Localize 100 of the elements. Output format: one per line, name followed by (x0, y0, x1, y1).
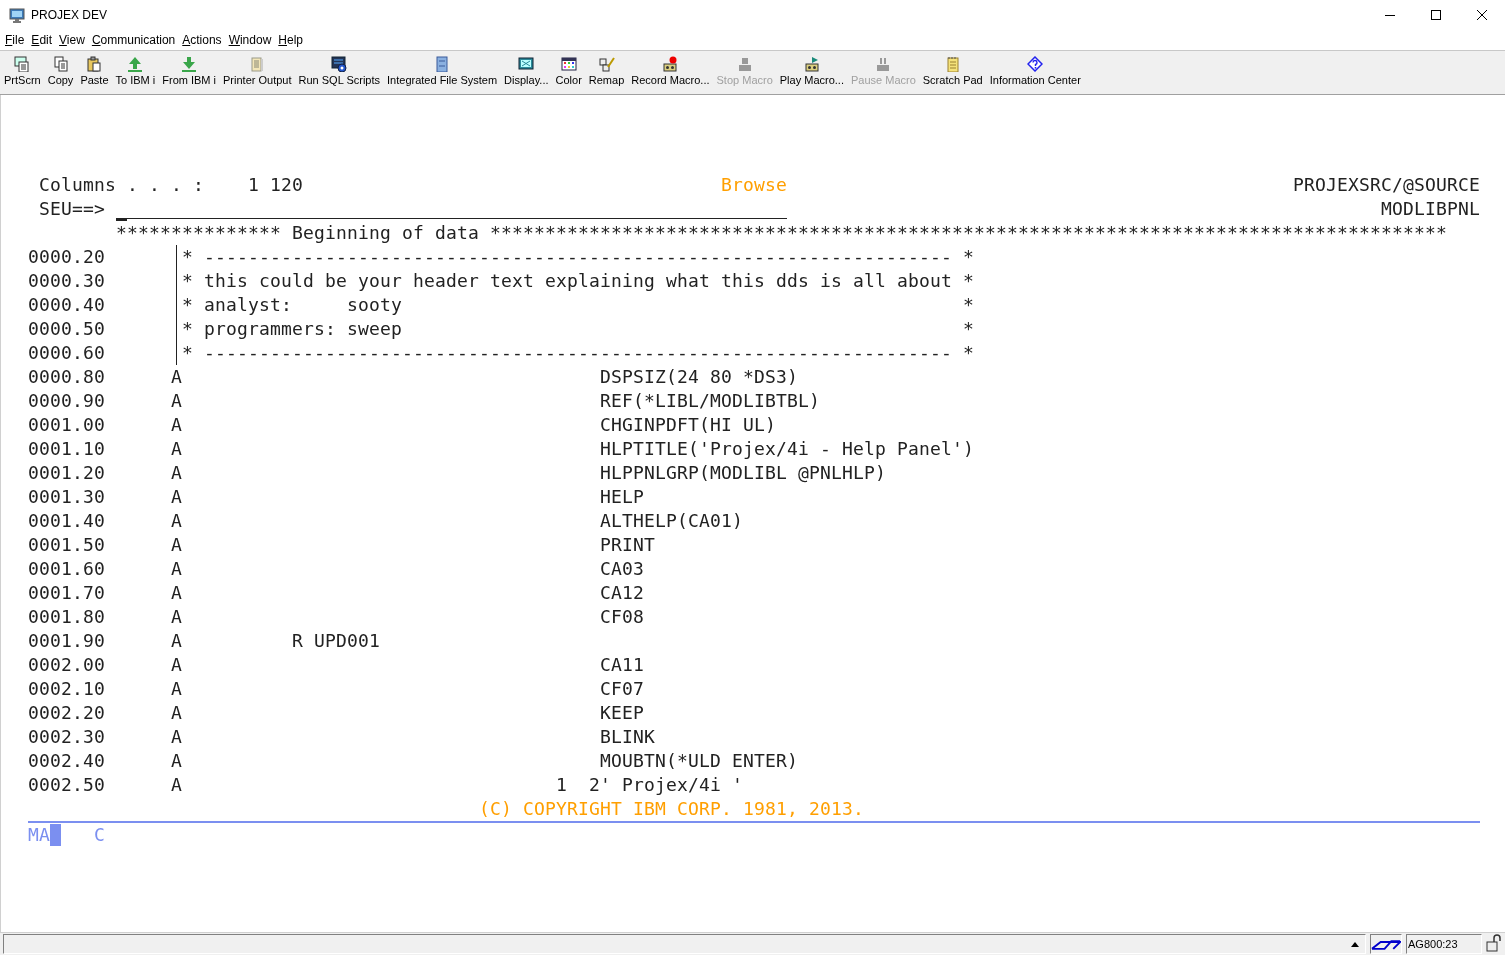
dds-keyword: CA03 (600, 557, 644, 581)
paste-icon (86, 56, 103, 72)
monitor-icon (9, 7, 25, 23)
line-position: 1 (556, 773, 567, 797)
comment-end: * (963, 293, 974, 317)
dds-keyword: REF(*LIBL/MODLIBTBL) (600, 389, 821, 413)
text-cursor (116, 218, 127, 221)
copy-icon (52, 56, 69, 72)
form-type: A (171, 629, 182, 653)
menu-item[interactable]: View (59, 33, 85, 47)
dds-keyword: MOUBTN(*ULD ENTER) (600, 749, 799, 773)
sequence-number: 0002.00 (28, 653, 105, 677)
toolbar-button[interactable]: Remap (587, 56, 626, 86)
sequence-number: 0000.80 (28, 365, 105, 389)
mode-label: Browse (721, 173, 787, 197)
copyright-notice: (C) COPYRIGHT IBM CORP. 1981, 2013. (479, 797, 865, 821)
form-type: A (171, 461, 182, 485)
dds-keyword: HELP (600, 485, 644, 509)
notepad-icon (944, 56, 961, 72)
menu-item[interactable]: Edit (31, 33, 53, 47)
sequence-number: 0001.50 (28, 533, 105, 557)
toolbar-button[interactable]: Information Center (988, 56, 1082, 86)
toolbar-button[interactable]: To IBM i (114, 56, 157, 86)
record-type: R (292, 629, 303, 653)
operator-indicator: MA (28, 823, 50, 847)
dds-keyword: CA11 (600, 653, 644, 677)
play-macro-icon (803, 56, 820, 72)
dds-keyword: HLPPNLGRP(MODLIBL @PNLHLP) (600, 461, 887, 485)
field-label: Columns . . . : (39, 173, 204, 197)
comment-text: * -------------------------------------------------------------------- (176, 341, 953, 365)
dds-keyword: CHGINPDFT(HI UL) (600, 413, 776, 437)
toolbar-button[interactable]: Record Macro... (630, 56, 711, 86)
form-type: A (171, 413, 182, 437)
member-name: MODLIBPNL (1381, 197, 1480, 221)
sequence-number: 0001.00 (28, 413, 105, 437)
keys-pencil-icon (598, 56, 615, 72)
dds-keyword: ALTHELP(CA01) (600, 509, 743, 533)
sequence-number: 0001.90 (28, 629, 105, 653)
toolbar-button[interactable]: Scratch Pad (921, 56, 984, 86)
toolbar-button[interactable]: Play Macro... (778, 56, 845, 86)
color-grid-icon (560, 56, 577, 72)
comment-text: * -------------------------------------------------------------------- (176, 245, 953, 269)
form-type: A (171, 509, 182, 533)
sequence-number: 0001.60 (28, 557, 105, 581)
toolbar-button[interactable]: Copy (46, 56, 75, 86)
form-type: A (171, 749, 182, 773)
sequence-number: 0002.50 (28, 773, 105, 797)
help-icon (1027, 56, 1044, 72)
comment-end: * (963, 269, 974, 293)
form-type: A (171, 677, 182, 701)
record-macro-icon (662, 56, 679, 72)
menu-item[interactable]: Window (228, 33, 272, 47)
file-cabinet-icon (434, 56, 451, 72)
toolbar-button[interactable]: Display... (503, 56, 550, 86)
connection-icon (1371, 937, 1401, 951)
session-id: AG800:23 (1406, 934, 1482, 954)
toolbar-button[interactable]: Paste (79, 56, 110, 86)
form-type: A (171, 773, 182, 797)
form-type: A (171, 653, 182, 677)
dds-keyword: CA12 (600, 581, 644, 605)
comment-text: * programmers: sweep (176, 317, 403, 341)
menu-item[interactable]: Communication (91, 33, 176, 47)
toolbar-button[interactable]: PrtScrn (3, 56, 42, 86)
comment-end: * (963, 341, 974, 365)
menu-item[interactable]: File (5, 33, 25, 47)
sequence-number: 0001.20 (28, 461, 105, 485)
menu-item[interactable]: Actions (182, 33, 222, 47)
source-file-name: PROJEXSRC/@SOURCE (1293, 173, 1480, 197)
dds-keyword: HLPTITLE('Projex/4i - Help Panel') (600, 437, 975, 461)
form-type: A (171, 365, 182, 389)
comment-end: * (963, 245, 974, 269)
menu-item[interactable]: Help (278, 33, 303, 47)
sequence-number: 0001.70 (28, 581, 105, 605)
form-type: A (171, 389, 182, 413)
sequence-number: 0002.20 (28, 701, 105, 725)
dds-keyword: DSPSIZ(24 80 *DS3) (600, 365, 799, 389)
comment-text: * analyst: sooty (176, 293, 403, 317)
stop-macro-icon (736, 56, 753, 72)
sequence-number: 0002.40 (28, 749, 105, 773)
toolbar-button[interactable]: Printer Output (222, 56, 293, 86)
dds-keyword: PRINT (600, 533, 655, 557)
toolbar-button[interactable]: Integrated File System (386, 56, 499, 86)
sequence-number: 0002.10 (28, 677, 105, 701)
sequence-number: 0001.40 (28, 509, 105, 533)
document-stack-icon (249, 56, 266, 72)
download-arrow-icon (181, 56, 198, 72)
toolbar-button[interactable]: Color (554, 56, 583, 86)
upload-arrow-icon (127, 56, 144, 72)
form-type: A (171, 581, 182, 605)
form-type: A (171, 557, 182, 581)
toolbar-button[interactable]: From IBM i (161, 56, 218, 86)
sequence-number: 0000.40 (28, 293, 105, 317)
form-type: A (171, 605, 182, 629)
sequence-number: 0000.60 (28, 341, 105, 365)
form-type: A (171, 725, 182, 749)
toolbar-button[interactable]: Run SQL Scripts (297, 56, 382, 86)
sequence-number: 0000.90 (28, 389, 105, 413)
dds-keyword: CF07 (600, 677, 644, 701)
columns-value: 1 120 (248, 173, 303, 197)
form-type: A (171, 485, 182, 509)
